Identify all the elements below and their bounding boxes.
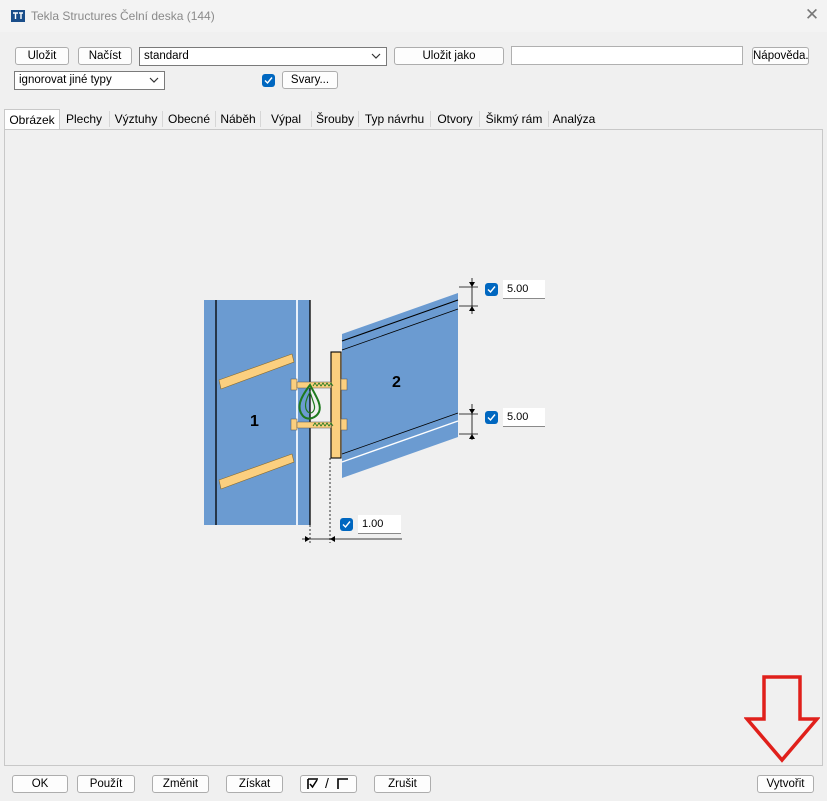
gap-checkbox[interactable] [340, 518, 353, 531]
get-button[interactable]: Získat [226, 775, 283, 793]
bottom-offset-input[interactable]: 5.00 [503, 408, 545, 427]
gap-input[interactable]: 1.00 [358, 515, 401, 534]
ok-button[interactable]: OK [12, 775, 68, 793]
unchecked-box-icon [337, 778, 348, 789]
bottom-offset-checkbox[interactable] [485, 411, 498, 424]
checked-box-icon [307, 778, 318, 789]
cancel-button[interactable]: Zrušit [374, 775, 431, 793]
checkmark-icon [487, 286, 496, 294]
top-offset-input[interactable]: 5.00 [503, 280, 545, 299]
part-1-label: 1 [250, 413, 259, 430]
checkmark-icon [487, 414, 496, 422]
create-button[interactable]: Vytvořit [757, 775, 814, 793]
end-plate [330, 351, 342, 459]
toggle-separator: / [325, 775, 329, 791]
part-2-label: 2 [392, 374, 401, 391]
connection-picture [204, 278, 478, 543]
checkmark-icon [342, 521, 351, 529]
modify-button[interactable]: Změnit [152, 775, 209, 793]
toggle-all-button[interactable]: / [300, 775, 357, 793]
top-offset-checkbox[interactable] [485, 283, 498, 296]
arrow-down-icon [744, 675, 820, 763]
apply-button[interactable]: Použít [77, 775, 135, 793]
